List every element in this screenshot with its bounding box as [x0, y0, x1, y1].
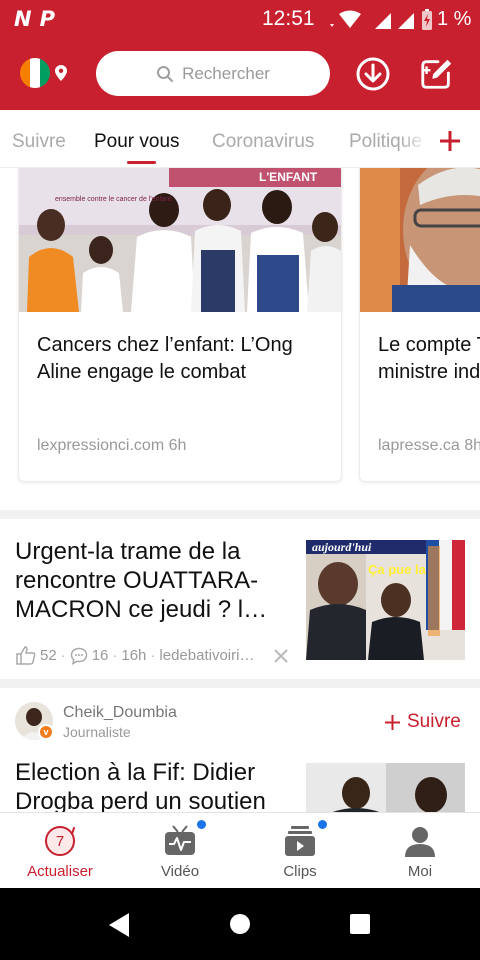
banner-small-text: ensemble contre le cancer de l'enfant: [55, 196, 171, 203]
profile-icon: [405, 827, 435, 857]
card-source: lexpressionci.com 6h: [37, 437, 187, 454]
tab-pour-vous[interactable]: Pour vous: [94, 131, 180, 153]
home-icon[interactable]: [229, 913, 251, 935]
article-source: ledebativoiri…: [159, 647, 255, 664]
search-bar[interactable]: Rechercher: [96, 51, 330, 96]
nav-label: Actualiser: [27, 863, 93, 880]
nav-label: Clips: [283, 863, 317, 880]
category-tabs: Suivre Pour vous Coronavirus Politique: [0, 110, 480, 168]
notification-icons: N P: [14, 7, 55, 31]
thumb-header: aujourd'hui: [312, 540, 372, 554]
app-notification-icon: N: [14, 7, 32, 31]
nav-label: Moi: [407, 863, 433, 880]
article-thumbnail[interactable]: [306, 763, 465, 812]
featured-card[interactable]: L'ENFANT ensemble contre le cancer de l'…: [18, 168, 342, 482]
meta-dot: ·: [150, 647, 156, 664]
signal-icon: [375, 13, 391, 29]
nav-actualiser[interactable]: 7 Actualiser: [0, 813, 120, 889]
nav-label: Vidéo: [160, 863, 200, 880]
add-category-button[interactable]: [432, 126, 468, 156]
system-navigation-bar: [0, 888, 480, 960]
article-age: 16h: [121, 647, 147, 664]
search-icon: [157, 65, 174, 82]
thumbs-up-icon[interactable]: [16, 646, 36, 665]
card-source: lapresse.ca 8h: [378, 437, 480, 454]
plus-icon: [440, 131, 460, 151]
system-status-icons: [330, 9, 435, 31]
comment-count: 16: [91, 647, 109, 664]
tabs-fade: [400, 110, 430, 167]
notification-dot: [197, 820, 206, 829]
download-button[interactable]: [355, 56, 391, 92]
meta-dot: ·: [112, 647, 118, 664]
bottom-navigation: 7 Actualiser Vidéo Clips Moi: [0, 812, 480, 888]
location-pin-icon[interactable]: [55, 65, 67, 81]
feed-divider: [0, 679, 480, 688]
active-tab-indicator: [127, 161, 156, 164]
wifi-icon: [330, 10, 361, 28]
clips-icon: [285, 826, 315, 856]
compose-edit-icon: [421, 59, 452, 89]
nav-clips[interactable]: Clips: [240, 813, 360, 889]
article-item[interactable]: v Cheik_Doumbia Journaliste Suivre Elect…: [0, 688, 480, 812]
card-image: L'ENFANT ensemble contre le cancer de l'…: [19, 168, 341, 312]
like-count: 52: [40, 647, 57, 664]
meta-dot: ·: [60, 647, 66, 664]
banner-text: L'ENFANT: [259, 170, 318, 184]
close-icon[interactable]: [272, 647, 290, 665]
article-meta: 52 · 16 · 16h · ledebativoiri…: [16, 646, 254, 665]
battery-percent: 1 %: [437, 8, 472, 30]
nav-moi[interactable]: Moi: [360, 813, 480, 889]
follow-button[interactable]: Suivre: [384, 711, 461, 733]
clock: 12:51: [262, 7, 315, 30]
status-bar: N P 12:51 1 %: [0, 0, 480, 38]
article-title[interactable]: Election à la Fif: Didier Drogba perd un…: [15, 758, 287, 812]
feed-divider: [0, 510, 480, 519]
app-notification-icon: P: [39, 7, 55, 31]
recents-icon[interactable]: [349, 913, 371, 935]
tab-coronavirus[interactable]: Coronavirus: [212, 131, 314, 153]
compose-button[interactable]: [419, 56, 455, 92]
video-tv-icon: [165, 825, 195, 855]
notification-dot: [318, 820, 327, 829]
back-icon[interactable]: [107, 912, 131, 938]
card-title[interactable]: Cancers chez l’enfant: L’Ong Aline engag…: [37, 332, 325, 386]
download-icon: [356, 57, 390, 91]
card-image: [360, 168, 480, 312]
follow-label: Suivre: [407, 711, 461, 732]
battery-low-icon: [422, 9, 432, 30]
article-title[interactable]: Urgent-la trame de la rencontre OUATTARA…: [15, 537, 287, 624]
news-feed[interactable]: L'ENFANT ensemble contre le cancer de l'…: [0, 168, 480, 812]
tab-suivre[interactable]: Suivre: [12, 131, 66, 153]
country-flag-icon[interactable]: [20, 58, 50, 88]
featured-card[interactable]: Le compte Twitter du premier ministre in…: [359, 168, 480, 482]
author-role: Journaliste: [63, 724, 131, 740]
comment-icon[interactable]: [70, 647, 88, 665]
article-item[interactable]: Urgent-la trame de la rencontre OUATTARA…: [0, 519, 480, 679]
article-thumbnail[interactable]: aujourd'hui Ça pue la fin: [306, 540, 465, 660]
author-name[interactable]: Cheik_Doumbia: [63, 704, 177, 722]
plus-icon: [385, 714, 400, 730]
search-placeholder: Rechercher: [182, 63, 270, 83]
featured-carousel[interactable]: L'ENFANT ensemble contre le cancer de l'…: [0, 168, 480, 510]
app-header: Rechercher: [0, 38, 480, 110]
signal-icon: [398, 13, 414, 29]
nav-video[interactable]: Vidéo: [120, 813, 240, 889]
verified-badge-icon: v: [38, 724, 54, 740]
refresh-icon: 7: [45, 826, 75, 856]
card-title[interactable]: Le compte Twitter du premier ministre in…: [378, 332, 480, 386]
refresh-badge-count: 7: [56, 833, 64, 850]
